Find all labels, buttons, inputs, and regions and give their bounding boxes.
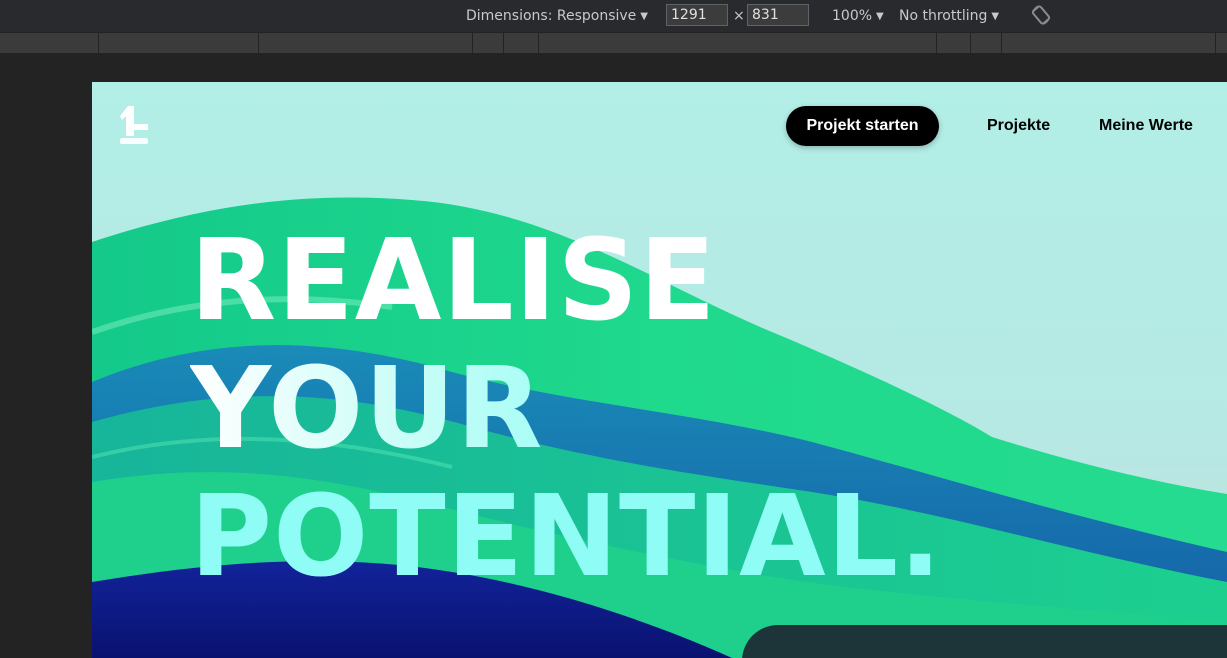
media-query-segment[interactable]: [99, 33, 259, 53]
dimension-separator: ×: [733, 8, 745, 24]
width-input[interactable]: 1291: [666, 4, 728, 26]
caret-down-icon: ▼: [640, 11, 648, 22]
media-query-segment[interactable]: [937, 33, 971, 53]
devtools-device-toolbar: Dimensions: Responsive ▼ 1291 × 831 100% ▼…: [0, 0, 1227, 32]
brand-logo-icon[interactable]: [118, 104, 152, 146]
media-query-segment[interactable]: [971, 33, 1002, 53]
media-query-bar: [0, 33, 1227, 53]
nav-link-values[interactable]: Meine Werte: [1099, 106, 1193, 146]
media-query-segment[interactable]: [259, 33, 473, 53]
media-query-segment[interactable]: [504, 33, 539, 53]
hero-headline: REALISE YOUR POTENTIAL.: [190, 217, 943, 601]
caret-down-icon: ▼: [876, 11, 884, 22]
height-input[interactable]: 831: [747, 4, 809, 26]
dimensions-label: Dimensions: Responsive: [466, 8, 637, 24]
zoom-label: 100%: [832, 8, 873, 24]
project-start-button[interactable]: Projekt starten: [786, 106, 939, 146]
headline-line: POTENTIAL.: [190, 472, 943, 602]
headline-line: YOUR: [190, 345, 943, 473]
nav-link-projects[interactable]: Projekte: [987, 106, 1050, 146]
dimensions-dropdown[interactable]: Dimensions: Responsive ▼: [466, 6, 648, 26]
headline-line: REALISE: [190, 216, 717, 346]
media-query-segment[interactable]: [539, 33, 937, 53]
throttling-dropdown[interactable]: No throttling ▼: [899, 6, 999, 26]
media-query-segment[interactable]: [0, 33, 99, 53]
media-query-segment[interactable]: [473, 33, 504, 53]
rotate-icon[interactable]: [1030, 4, 1052, 26]
bottom-overlay-panel: [742, 625, 1227, 658]
caret-down-icon: ▼: [991, 11, 1000, 22]
throttling-label: No throttling: [899, 8, 988, 24]
zoom-dropdown[interactable]: 100% ▼: [832, 6, 884, 26]
media-query-segment[interactable]: [1002, 33, 1216, 53]
page-viewport: Projekt starten Projekte Meine Werte REA…: [92, 82, 1227, 658]
